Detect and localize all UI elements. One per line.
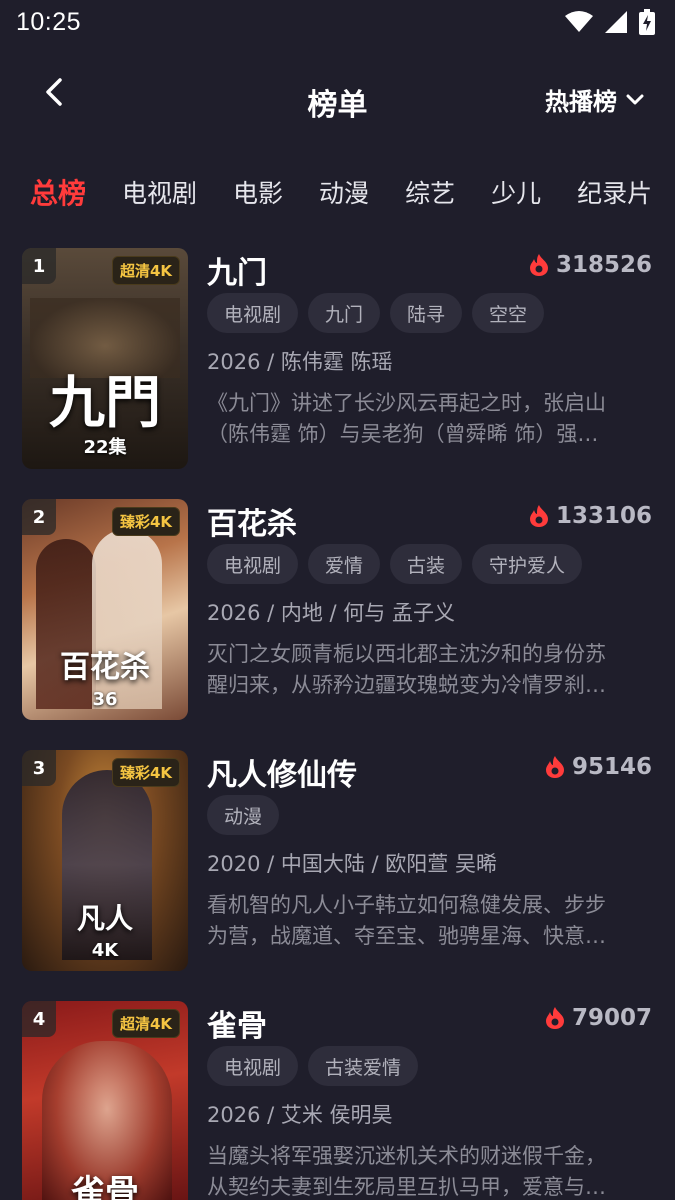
heat-score: 95146 xyxy=(544,754,652,780)
poster[interactable]: 雀骨 4 超清4K xyxy=(22,1001,188,1200)
episode-count: 36 xyxy=(92,689,118,710)
description-line: 为营，战魔道、夺至宝、驰骋星海、快意… xyxy=(207,924,606,948)
tag-list: 电视剧 爱情 古装 守护爱人 xyxy=(207,544,583,584)
wifi-icon xyxy=(565,11,593,32)
heat-score: 79007 xyxy=(544,1005,652,1031)
tag[interactable]: 电视剧 xyxy=(207,1046,299,1086)
item-description: 灭门之女顾青栀以西北郡主沈汐和的身份苏 醒归来，从骄矜边疆玫瑰蜕变为冷情罗刹… xyxy=(207,639,647,701)
description-line: （陈伟霆 饰）与吴老狗（曾舜晞 饰）强… xyxy=(207,422,599,446)
tag[interactable]: 爱情 xyxy=(308,544,381,584)
rank-number: 2 xyxy=(22,499,56,535)
quality-badge: 超清4K xyxy=(111,1009,180,1038)
tab-all[interactable]: 总榜 xyxy=(30,172,86,212)
item-meta: 2026 / 陈伟霆 陈瑶 xyxy=(207,350,393,374)
poster[interactable]: 凡人 3 臻彩4K 4K xyxy=(22,750,188,971)
poster-title: 雀骨 xyxy=(71,1173,139,1200)
quality-badge: 臻彩4K xyxy=(111,758,180,787)
tag[interactable]: 古装爱情 xyxy=(308,1046,419,1086)
item-title[interactable]: 百花杀 xyxy=(207,499,297,543)
description-line: 《九门》讲述了长沙风云再起之时，张启山 xyxy=(207,391,606,415)
tab-tv-series[interactable]: 电视剧 xyxy=(122,174,197,210)
item-meta: 2026 / 内地 / 何与 孟子义 xyxy=(207,601,455,625)
heat-score: 133106 xyxy=(528,503,652,529)
description-line: 灭门之女顾青栀以西北郡主沈汐和的身份苏 xyxy=(207,642,606,666)
heat-value: 318526 xyxy=(555,252,652,278)
description-line: 当魔头将军强娶沉迷机关术的财迷假千金， xyxy=(207,1144,606,1168)
poster[interactable]: 九門 1 超清4K 22集 xyxy=(22,248,188,469)
heat-value: 95146 xyxy=(571,754,652,780)
status-bar: 10:25 xyxy=(0,0,675,44)
poster-title: 凡人 xyxy=(76,902,133,935)
rank-type-dropdown[interactable]: 热播榜 xyxy=(545,82,645,117)
list-item[interactable]: 百花杀 2 臻彩4K 36 百花杀 133106 电视剧 爱情 古装 守护爱人 … xyxy=(0,499,675,750)
signal-icon xyxy=(605,11,627,33)
heat-value: 133106 xyxy=(555,503,652,529)
quality-badge: 超清4K xyxy=(111,256,180,285)
description-line: 从契约夫妻到生死局里互扒马甲，爱意与… xyxy=(207,1175,606,1199)
flame-icon xyxy=(529,505,548,527)
category-tabs: 总榜 电视剧 电影 动漫 综艺 少儿 纪录片 xyxy=(0,152,675,232)
tag[interactable]: 古装 xyxy=(390,544,463,584)
description-line: 看机智的凡人小子韩立如何稳健发展、步步 xyxy=(207,893,606,917)
list-item[interactable]: 九門 1 超清4K 22集 九门 318526 电视剧 九门 陆寻 空空 202… xyxy=(0,248,675,499)
list-item[interactable]: 凡人 3 臻彩4K 4K 凡人修仙传 95146 动漫 2020 / 中国大陆 … xyxy=(0,750,675,1001)
episode-count: 4K xyxy=(91,940,119,961)
episode-count: 22集 xyxy=(83,437,127,458)
quality-badge: 臻彩4K xyxy=(111,507,180,536)
tab-documentary[interactable]: 纪录片 xyxy=(577,174,652,210)
tab-variety[interactable]: 综艺 xyxy=(405,174,455,210)
tag[interactable]: 动漫 xyxy=(207,795,280,835)
battery-icon xyxy=(639,9,655,35)
rank-type-label: 热播榜 xyxy=(545,88,617,116)
item-description: 看机智的凡人小子韩立如何稳健发展、步步 为营，战魔道、夺至宝、驰骋星海、快意… xyxy=(207,890,647,952)
poster-title: 九門 xyxy=(49,370,161,436)
top-bar: 榜单 热播榜 xyxy=(0,44,675,152)
poster-title: 百花杀 xyxy=(60,650,150,685)
tag[interactable]: 电视剧 xyxy=(207,293,299,333)
tag-list: 电视剧 九门 陆寻 空空 xyxy=(207,293,545,333)
rank-number: 4 xyxy=(22,1001,56,1037)
tag[interactable]: 九门 xyxy=(308,293,381,333)
flame-icon xyxy=(545,756,564,778)
tab-movie[interactable]: 电影 xyxy=(233,174,283,210)
item-description: 《九门》讲述了长沙风云再起之时，张启山 （陈伟霆 饰）与吴老狗（曾舜晞 饰）强… xyxy=(207,388,647,450)
tag[interactable]: 守护爱人 xyxy=(472,544,583,584)
flame-icon xyxy=(529,254,548,276)
item-title[interactable]: 雀骨 xyxy=(207,1001,267,1045)
rank-number: 3 xyxy=(22,750,56,786)
tag[interactable]: 陆寻 xyxy=(390,293,463,333)
tag[interactable]: 空空 xyxy=(472,293,545,333)
status-time: 10:25 xyxy=(16,7,82,36)
item-title[interactable]: 九门 xyxy=(207,248,267,292)
description-line: 醒归来，从骄矜边疆玫瑰蜕变为冷情罗刹… xyxy=(207,673,606,697)
rank-number: 1 xyxy=(22,248,56,284)
list-item[interactable]: 雀骨 4 超清4K 雀骨 79007 电视剧 古装爱情 2026 / 艾米 侯明… xyxy=(0,1001,675,1200)
heat-score: 318526 xyxy=(528,252,652,278)
tag-list: 动漫 xyxy=(207,795,280,835)
item-title[interactable]: 凡人修仙传 xyxy=(207,750,357,794)
tag-list: 电视剧 古装爱情 xyxy=(207,1046,419,1086)
status-icons xyxy=(565,9,655,35)
tag[interactable]: 电视剧 xyxy=(207,544,299,584)
heat-value: 79007 xyxy=(571,1005,652,1031)
item-description: 当魔头将军强娶沉迷机关术的财迷假千金， 从契约夫妻到生死局里互扒马甲，爱意与… xyxy=(207,1141,647,1200)
ranking-list: 九門 1 超清4K 22集 九门 318526 电视剧 九门 陆寻 空空 202… xyxy=(0,232,675,1200)
chevron-down-icon xyxy=(626,94,644,104)
tab-kids[interactable]: 少儿 xyxy=(491,174,541,210)
flame-icon xyxy=(545,1007,564,1029)
poster[interactable]: 百花杀 2 臻彩4K 36 xyxy=(22,499,188,720)
tab-anime[interactable]: 动漫 xyxy=(319,174,369,210)
item-meta: 2020 / 中国大陆 / 欧阳萱 吴晞 xyxy=(207,852,497,876)
item-meta: 2026 / 艾米 侯明昊 xyxy=(207,1103,393,1127)
